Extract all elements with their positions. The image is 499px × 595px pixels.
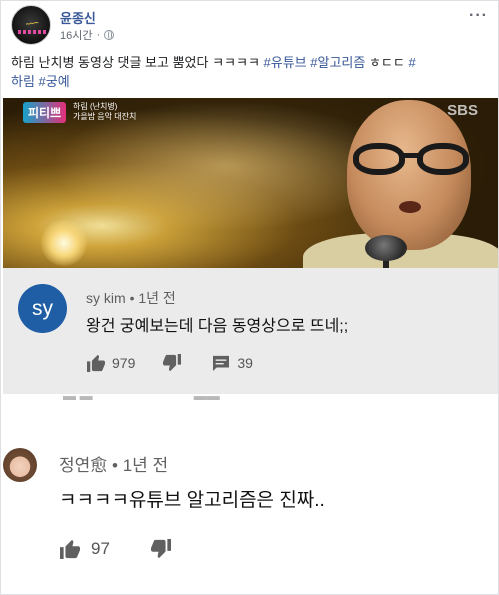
microphone [365,235,407,261]
hashtag-gungye[interactable]: #궁예 [39,74,70,89]
globe-icon [104,30,115,40]
post-text-mid: ㅎㄷㄷ [365,55,409,70]
post-header: ~~~ 윤종신 16시간 · ··· [9,5,492,47]
comment-text: 왕건 궁예보는데 다음 동영상으로 뜨네;; [86,318,349,335]
page-logo-mark: ~~~ [25,18,39,29]
show-caption: 하림 (난치병) 가을밤 음악 대잔치 [73,102,136,122]
post-time-text: 16시간 [60,30,93,42]
hashtag-youtube[interactable]: #유튜브 [264,55,307,70]
reply-icon[interactable] [212,355,230,371]
page-name[interactable]: 윤종신 [60,8,96,27]
show-caption-line2: 가을밤 음악 대잔치 [73,112,137,121]
page-logo-dots [18,30,46,34]
cropped-icons: ▬ ▬ ▬▬ [63,394,220,403]
comment-card: sy sy kim • 1년 전 왕건 궁예보는데 다음 동영상으로 뜨네;; … [3,268,498,394]
stage-light [41,220,87,266]
show-caption-line1: 하림 (난치병) [73,102,118,111]
avatar[interactable] [3,448,37,482]
comment-age[interactable]: 1년 전 [123,456,168,475]
thumbs-up-icon[interactable] [59,539,81,559]
show-logo: 피티쁘 [23,102,67,123]
hashtag-harim-start[interactable]: # [408,55,415,70]
singer-head [347,100,471,250]
page-avatar[interactable]: ~~~ [11,5,51,45]
comment-text: ㅋㅋㅋㅋ유튜브 알고리즘은 진짜.. [59,490,325,511]
avatar[interactable]: sy [18,284,67,333]
hashtag-harim[interactable]: 하림 [11,74,35,89]
comment-actions: 979 39 [86,354,253,372]
comment-age[interactable]: 1년 전 [138,290,175,306]
video-still[interactable]: 피티쁘 하림 (난치병) 가을밤 음악 대잔치 SBS [3,98,498,268]
post-text: 하림 난치병 동영상 댓글 보고 뿜었다 ㅋㅋㅋㅋ #유튜브 #알고리즘 ㅎㄷㄷ… [11,53,491,91]
broadcaster-logo: SBS [447,102,478,119]
more-options-icon[interactable]: ··· [469,7,488,25]
cropped-previous-row: ▬ ▬ ▬▬ [3,394,498,412]
comment-author-line: 정연愈 • 1년 전 [59,456,169,475]
singer-mouth [399,201,421,213]
post-text-main: 하림 난치병 동영상 댓글 보고 뿜었다 ㅋㅋㅋㅋ [11,55,264,70]
like-count: 97 [91,539,110,558]
comment-actions: 97 [59,539,172,559]
thumbs-up-icon[interactable] [86,354,106,372]
comment-author-line: sy kim • 1년 전 [86,290,176,306]
comment-author[interactable]: 정연愈 [59,456,107,475]
glasses [353,143,469,175]
like-count: 979 [112,355,136,371]
comment-card: 정연愈 • 1년 전 ㅋㅋㅋㅋ유튜브 알고리즘은 진짜.. 97 [3,431,498,591]
thumbs-down-icon[interactable] [162,354,182,372]
comment-author[interactable]: sy kim [86,290,126,306]
reply-count: 39 [237,355,253,371]
post-timestamp[interactable]: 16시간 · [60,27,115,43]
thumbs-down-icon[interactable] [150,539,172,559]
hashtag-algorithm[interactable]: #알고리즘 [310,55,365,70]
